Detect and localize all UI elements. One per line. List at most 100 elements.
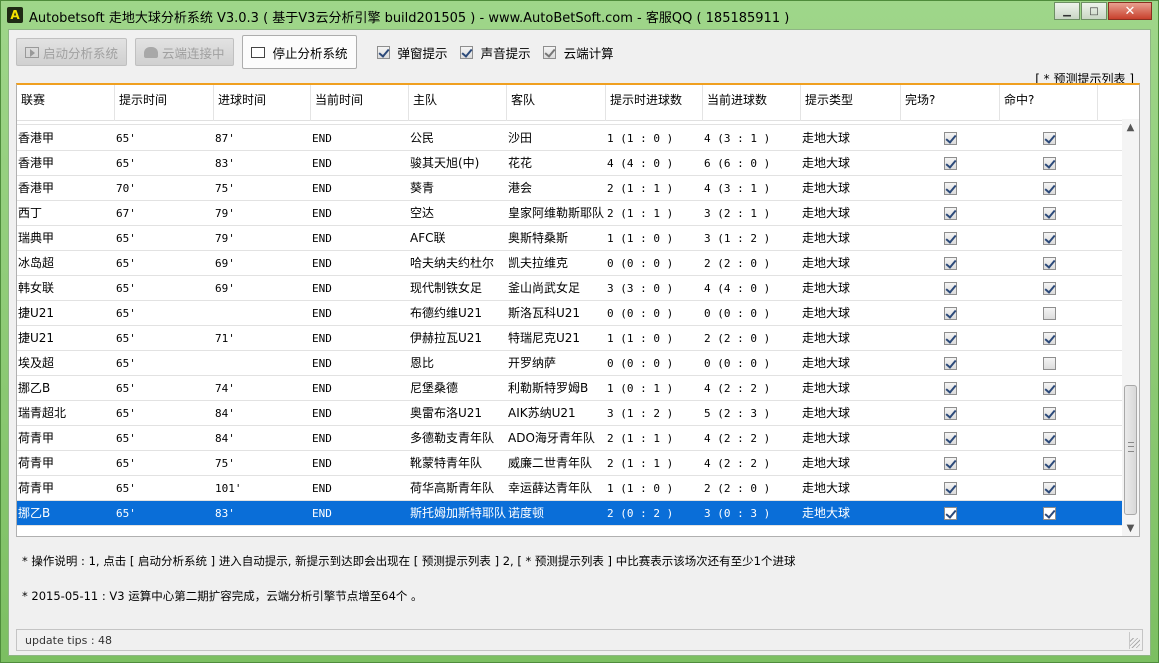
cell-hit[interactable]	[1013, 326, 1085, 351]
scroll-up-icon[interactable]: ▲	[1122, 119, 1139, 136]
finished-checkbox[interactable]	[944, 282, 957, 295]
cell-hit[interactable]	[1013, 401, 1085, 426]
finished-checkbox[interactable]	[944, 407, 957, 420]
finished-checkbox[interactable]	[944, 507, 957, 520]
cell-finished[interactable]	[914, 201, 987, 226]
table-row[interactable]: 香港甲 65' 87' END 公民 沙田 1 (1 : 0 ) 4 (3 : 1 ) 走地大球	[17, 126, 1122, 151]
cell-finished[interactable]	[914, 326, 987, 351]
cell-finished[interactable]	[914, 401, 987, 426]
cell-finished[interactable]	[914, 476, 987, 501]
table-row[interactable]: 韩女联 65' 69' END 现代制铁女足 釜山尚武女足 3 (3 : 0 ) 4 (4 :…	[17, 276, 1122, 301]
stop-analysis-button[interactable]: 停止分析系统	[241, 35, 357, 69]
hit-checkbox[interactable]	[1042, 257, 1056, 270]
table-row[interactable]: 香港甲 65' 83' END 骏其天旭(中) 花花 4 (4 : 0 ) 6 (6 : 0 …	[17, 151, 1122, 176]
hit-checkbox[interactable]	[1042, 282, 1056, 295]
cell-finished[interactable]	[914, 226, 987, 251]
hit-checkbox[interactable]	[1042, 232, 1056, 245]
hit-checkbox[interactable]	[1042, 307, 1056, 320]
cell-hit[interactable]	[1013, 501, 1085, 526]
close-button[interactable]: ✕	[1108, 2, 1152, 20]
minimize-button[interactable]: ▁	[1054, 2, 1080, 20]
cell-finished[interactable]	[914, 251, 987, 276]
column-header-current-goals[interactable]: 当前进球数	[703, 85, 801, 121]
cell-hit[interactable]	[1013, 426, 1085, 451]
popup-alert-checkbox[interactable]: 弹窗提示	[376, 43, 448, 62]
cell-hit[interactable]	[1013, 251, 1085, 276]
hit-checkbox[interactable]	[1042, 382, 1056, 395]
table-row[interactable]: 挪乙B 65' 83' END 斯托姆加斯特耶队 诺度顿 2 (0 : 2 ) 3 (0 : …	[17, 501, 1122, 526]
finished-checkbox[interactable]	[944, 132, 957, 145]
table-row[interactable]: 埃及超 65' END 恩比 开罗纳萨 0 (0 : 0 ) 0 (0 : 0 ) 走地大球	[17, 351, 1122, 376]
table-row[interactable]: 荷青甲 65' 75' END 靴蒙特青年队 威廉二世青年队 2 (1 : 1 ) 4 (2 …	[17, 451, 1122, 476]
column-header-hint-type[interactable]: 提示类型	[801, 85, 901, 121]
finished-checkbox[interactable]	[944, 257, 957, 270]
finished-checkbox[interactable]	[944, 432, 957, 445]
cell-hit[interactable]	[1013, 226, 1085, 251]
title-bar[interactable]: A Autobetsoft 走地大球分析系统 V3.0.3 ( 基于V3云分析引…	[1, 1, 1158, 29]
table-row[interactable]: 冰岛超 65' 69' END 哈夫纳夫约杜尔 凯夫拉维克 0 (0 : 0 ) 2 (2 :…	[17, 251, 1122, 276]
cell-hit[interactable]	[1013, 301, 1085, 326]
table-row[interactable]: 瑞典甲 65' 79' END AFC联 奥斯特桑斯 1 (1 : 0 ) 3 (1 : 2 …	[17, 226, 1122, 251]
cell-hit[interactable]	[1013, 176, 1085, 201]
column-header-finished[interactable]: 完场?	[901, 85, 1000, 121]
cell-hit[interactable]	[1013, 126, 1085, 151]
column-header-away-team[interactable]: 客队	[507, 85, 606, 121]
cell-finished[interactable]	[914, 426, 987, 451]
column-header-goal-time[interactable]: 进球时间	[214, 85, 311, 121]
column-header-current-time[interactable]: 当前时间	[311, 85, 409, 121]
maximize-button[interactable]: □	[1081, 2, 1107, 20]
start-analysis-button[interactable]: 启动分析系统	[16, 38, 128, 66]
finished-checkbox[interactable]	[944, 157, 957, 170]
hit-checkbox[interactable]	[1042, 157, 1056, 170]
cell-finished[interactable]	[914, 176, 987, 201]
vertical-scrollbar[interactable]: ▲ ▼	[1122, 119, 1139, 536]
cell-finished[interactable]	[914, 126, 987, 151]
cell-finished[interactable]	[914, 376, 987, 401]
hit-checkbox[interactable]	[1042, 332, 1056, 345]
hit-checkbox[interactable]	[1042, 132, 1056, 145]
hit-checkbox[interactable]	[1042, 482, 1056, 495]
resize-grip-icon[interactable]	[1130, 638, 1140, 648]
cloud-calc-checkbox[interactable]: 云端计算	[542, 43, 614, 62]
finished-checkbox[interactable]	[944, 382, 957, 395]
hit-checkbox[interactable]	[1042, 507, 1056, 520]
cell-hit[interactable]	[1013, 351, 1085, 376]
finished-checkbox[interactable]	[944, 457, 957, 470]
cloud-connect-button[interactable]: 云端连接中	[135, 38, 234, 66]
cell-finished[interactable]	[914, 151, 987, 176]
cell-hit[interactable]	[1013, 376, 1085, 401]
table-row[interactable]: 捷U21 65' 71' END 伊赫拉瓦U21 特瑞尼克U21 1 (1 : 0 ) 2 (…	[17, 326, 1122, 351]
finished-checkbox[interactable]	[944, 207, 957, 220]
cell-hit[interactable]	[1013, 276, 1085, 301]
hit-checkbox[interactable]	[1042, 357, 1056, 370]
sound-alert-checkbox[interactable]: 声音提示	[459, 43, 531, 62]
hit-checkbox[interactable]	[1042, 182, 1056, 195]
cell-finished[interactable]	[914, 451, 987, 476]
column-header-home-team[interactable]: 主队	[409, 85, 507, 121]
hit-checkbox[interactable]	[1042, 207, 1056, 220]
table-row[interactable]: 香港甲 70' 75' END 葵青 港会 2 (1 : 1 ) 4 (3 : 1 ) 走地大球	[17, 176, 1122, 201]
table-row[interactable]: 西丁 67' 79' END 空达 皇家阿维勒斯耶队 2 (1 : 1 ) 3 (2 : 1 …	[17, 201, 1122, 226]
finished-checkbox[interactable]	[944, 357, 957, 370]
column-header-hint-goals[interactable]: 提示时进球数	[606, 85, 703, 121]
hit-checkbox[interactable]	[1042, 432, 1056, 445]
finished-checkbox[interactable]	[944, 482, 957, 495]
cell-hit[interactable]	[1013, 201, 1085, 226]
table-row[interactable]: 瑞青超北 65' 84' END 奥雷布洛U21 AIK苏纳U21 3 (1 : 2 ) 5 …	[17, 401, 1122, 426]
column-header-league[interactable]: 联赛	[17, 85, 115, 121]
cell-hit[interactable]	[1013, 451, 1085, 476]
scroll-thumb[interactable]	[1124, 385, 1137, 515]
cell-hit[interactable]	[1013, 476, 1085, 501]
finished-checkbox[interactable]	[944, 232, 957, 245]
hit-checkbox[interactable]	[1042, 407, 1056, 420]
cell-finished[interactable]	[914, 501, 987, 526]
scroll-down-icon[interactable]: ▼	[1122, 520, 1139, 536]
finished-checkbox[interactable]	[944, 307, 957, 320]
table-row[interactable]: 挪乙B 65' 74' END 尼堡桑德 利勒斯特罗姆B 1 (0 : 1 ) 4 (2 : …	[17, 376, 1122, 401]
table-row[interactable]: 荷青甲 65' 101' END 荷华高斯青年队 幸运薛达青年队 1 (1 : 0 ) 2 (…	[17, 476, 1122, 501]
cell-finished[interactable]	[914, 301, 987, 326]
cell-hit[interactable]	[1013, 151, 1085, 176]
finished-checkbox[interactable]	[944, 182, 957, 195]
cell-finished[interactable]	[914, 276, 987, 301]
cell-finished[interactable]	[914, 351, 987, 376]
